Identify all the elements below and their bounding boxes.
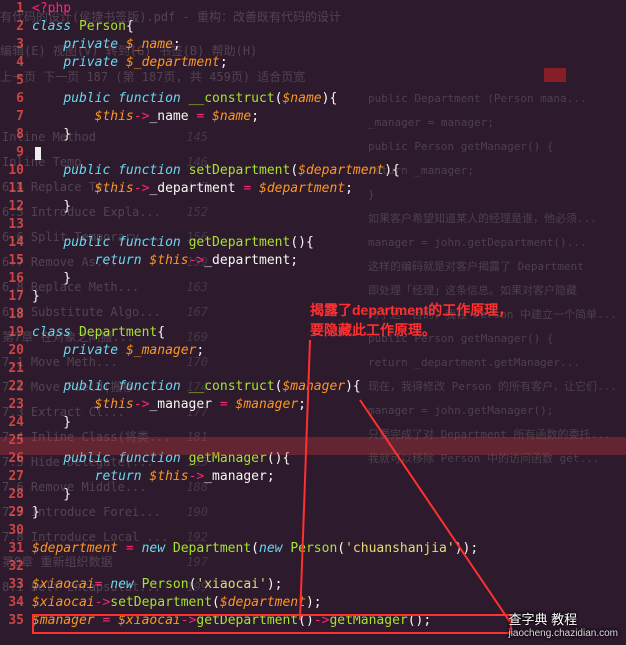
line-number: 26 bbox=[0, 450, 24, 468]
code-line[interactable]: $xiaocai= new Person('xiaocai'); bbox=[32, 576, 626, 594]
code-line[interactable] bbox=[32, 522, 626, 540]
line-number: 32 bbox=[0, 558, 24, 576]
code-line[interactable] bbox=[32, 558, 626, 576]
line-number: 22 bbox=[0, 378, 24, 396]
code-line[interactable]: public function getManager(){ bbox=[32, 450, 626, 468]
line-number: 16 bbox=[0, 270, 24, 288]
line-number: 18 bbox=[0, 306, 24, 324]
code-line[interactable] bbox=[32, 72, 626, 90]
code-line[interactable]: return $this->_department; bbox=[32, 252, 626, 270]
line-number: 5 bbox=[0, 72, 24, 90]
line-number: 14 bbox=[0, 234, 24, 252]
line-number: 19 bbox=[0, 324, 24, 342]
line-number: 10 bbox=[0, 162, 24, 180]
code-line[interactable]: } bbox=[32, 126, 626, 144]
line-number: 23 bbox=[0, 396, 24, 414]
code-line[interactable]: return $this->_manager; bbox=[32, 468, 626, 486]
line-number: 34 bbox=[0, 594, 24, 612]
line-number: 27 bbox=[0, 468, 24, 486]
line-number: 29 bbox=[0, 504, 24, 522]
code-line[interactable]: public function getDepartment(){ bbox=[32, 234, 626, 252]
line-number: 11 bbox=[0, 180, 24, 198]
code-line[interactable] bbox=[32, 216, 626, 234]
code-line[interactable]: private $_manager; bbox=[32, 342, 626, 360]
line-number: 31 bbox=[0, 540, 24, 558]
line-number: 12 bbox=[0, 198, 24, 216]
code-line[interactable]: } bbox=[32, 414, 626, 432]
line-number-gutter: 1234567891011121314151617181920212223242… bbox=[0, 0, 32, 645]
code-line[interactable]: } bbox=[32, 270, 626, 288]
code-line[interactable]: $this->_name = $name; bbox=[32, 108, 626, 126]
line-number: 28 bbox=[0, 486, 24, 504]
line-number: 2 bbox=[0, 18, 24, 36]
code-line[interactable]: $department = new Department(new Person(… bbox=[32, 540, 626, 558]
annotation-line-2: 要隐藏此工作原理。 bbox=[310, 320, 436, 340]
code-line[interactable]: } bbox=[32, 198, 626, 216]
line-number: 9 bbox=[0, 144, 24, 162]
code-line[interactable]: } bbox=[32, 504, 626, 522]
code-line[interactable]: } bbox=[32, 486, 626, 504]
line-number: 20 bbox=[0, 342, 24, 360]
line-number: 4 bbox=[0, 54, 24, 72]
code-line[interactable]: public function setDepartment($departmen… bbox=[32, 162, 626, 180]
code-line[interactable]: public function __construct($manager){ bbox=[32, 378, 626, 396]
watermark-main: 查字典 教程 bbox=[508, 612, 577, 627]
code-line[interactable]: private $_department; bbox=[32, 54, 626, 72]
line-number: 1 bbox=[0, 0, 24, 18]
line-number: 35 bbox=[0, 612, 24, 630]
line-number: 15 bbox=[0, 252, 24, 270]
code-editor[interactable]: 1234567891011121314151617181920212223242… bbox=[0, 0, 626, 645]
line-number: 6 bbox=[0, 90, 24, 108]
line-number: 25 bbox=[0, 432, 24, 450]
line-number: 17 bbox=[0, 288, 24, 306]
code-line[interactable]: $this->_department = $department; bbox=[32, 180, 626, 198]
line-number: 21 bbox=[0, 360, 24, 378]
code-line[interactable]: <?php bbox=[32, 0, 626, 18]
line-number: 13 bbox=[0, 216, 24, 234]
code-line[interactable]: public function __construct($name){ bbox=[32, 90, 626, 108]
annotation-line-1: 揭露了department的工作原理， bbox=[310, 300, 512, 320]
line-number: 8 bbox=[0, 126, 24, 144]
watermark-sub: jiaocheng.chazidian.com bbox=[508, 628, 618, 639]
line-number: 33 bbox=[0, 576, 24, 594]
line-number: 3 bbox=[0, 36, 24, 54]
code-line[interactable]: $this->_manager = $manager; bbox=[32, 396, 626, 414]
line-number: 24 bbox=[0, 414, 24, 432]
code-line[interactable]: class Person{ bbox=[32, 18, 626, 36]
flag-icon bbox=[544, 68, 566, 82]
watermark: 查字典 教程 jiaocheng.chazidian.com bbox=[508, 609, 618, 639]
line-number: 7 bbox=[0, 108, 24, 126]
code-line[interactable]: private $_name; bbox=[32, 36, 626, 54]
code-line[interactable] bbox=[32, 360, 626, 378]
line-number: 30 bbox=[0, 522, 24, 540]
code-line[interactable] bbox=[32, 144, 626, 162]
code-line[interactable] bbox=[32, 432, 626, 450]
text-cursor bbox=[35, 147, 41, 160]
